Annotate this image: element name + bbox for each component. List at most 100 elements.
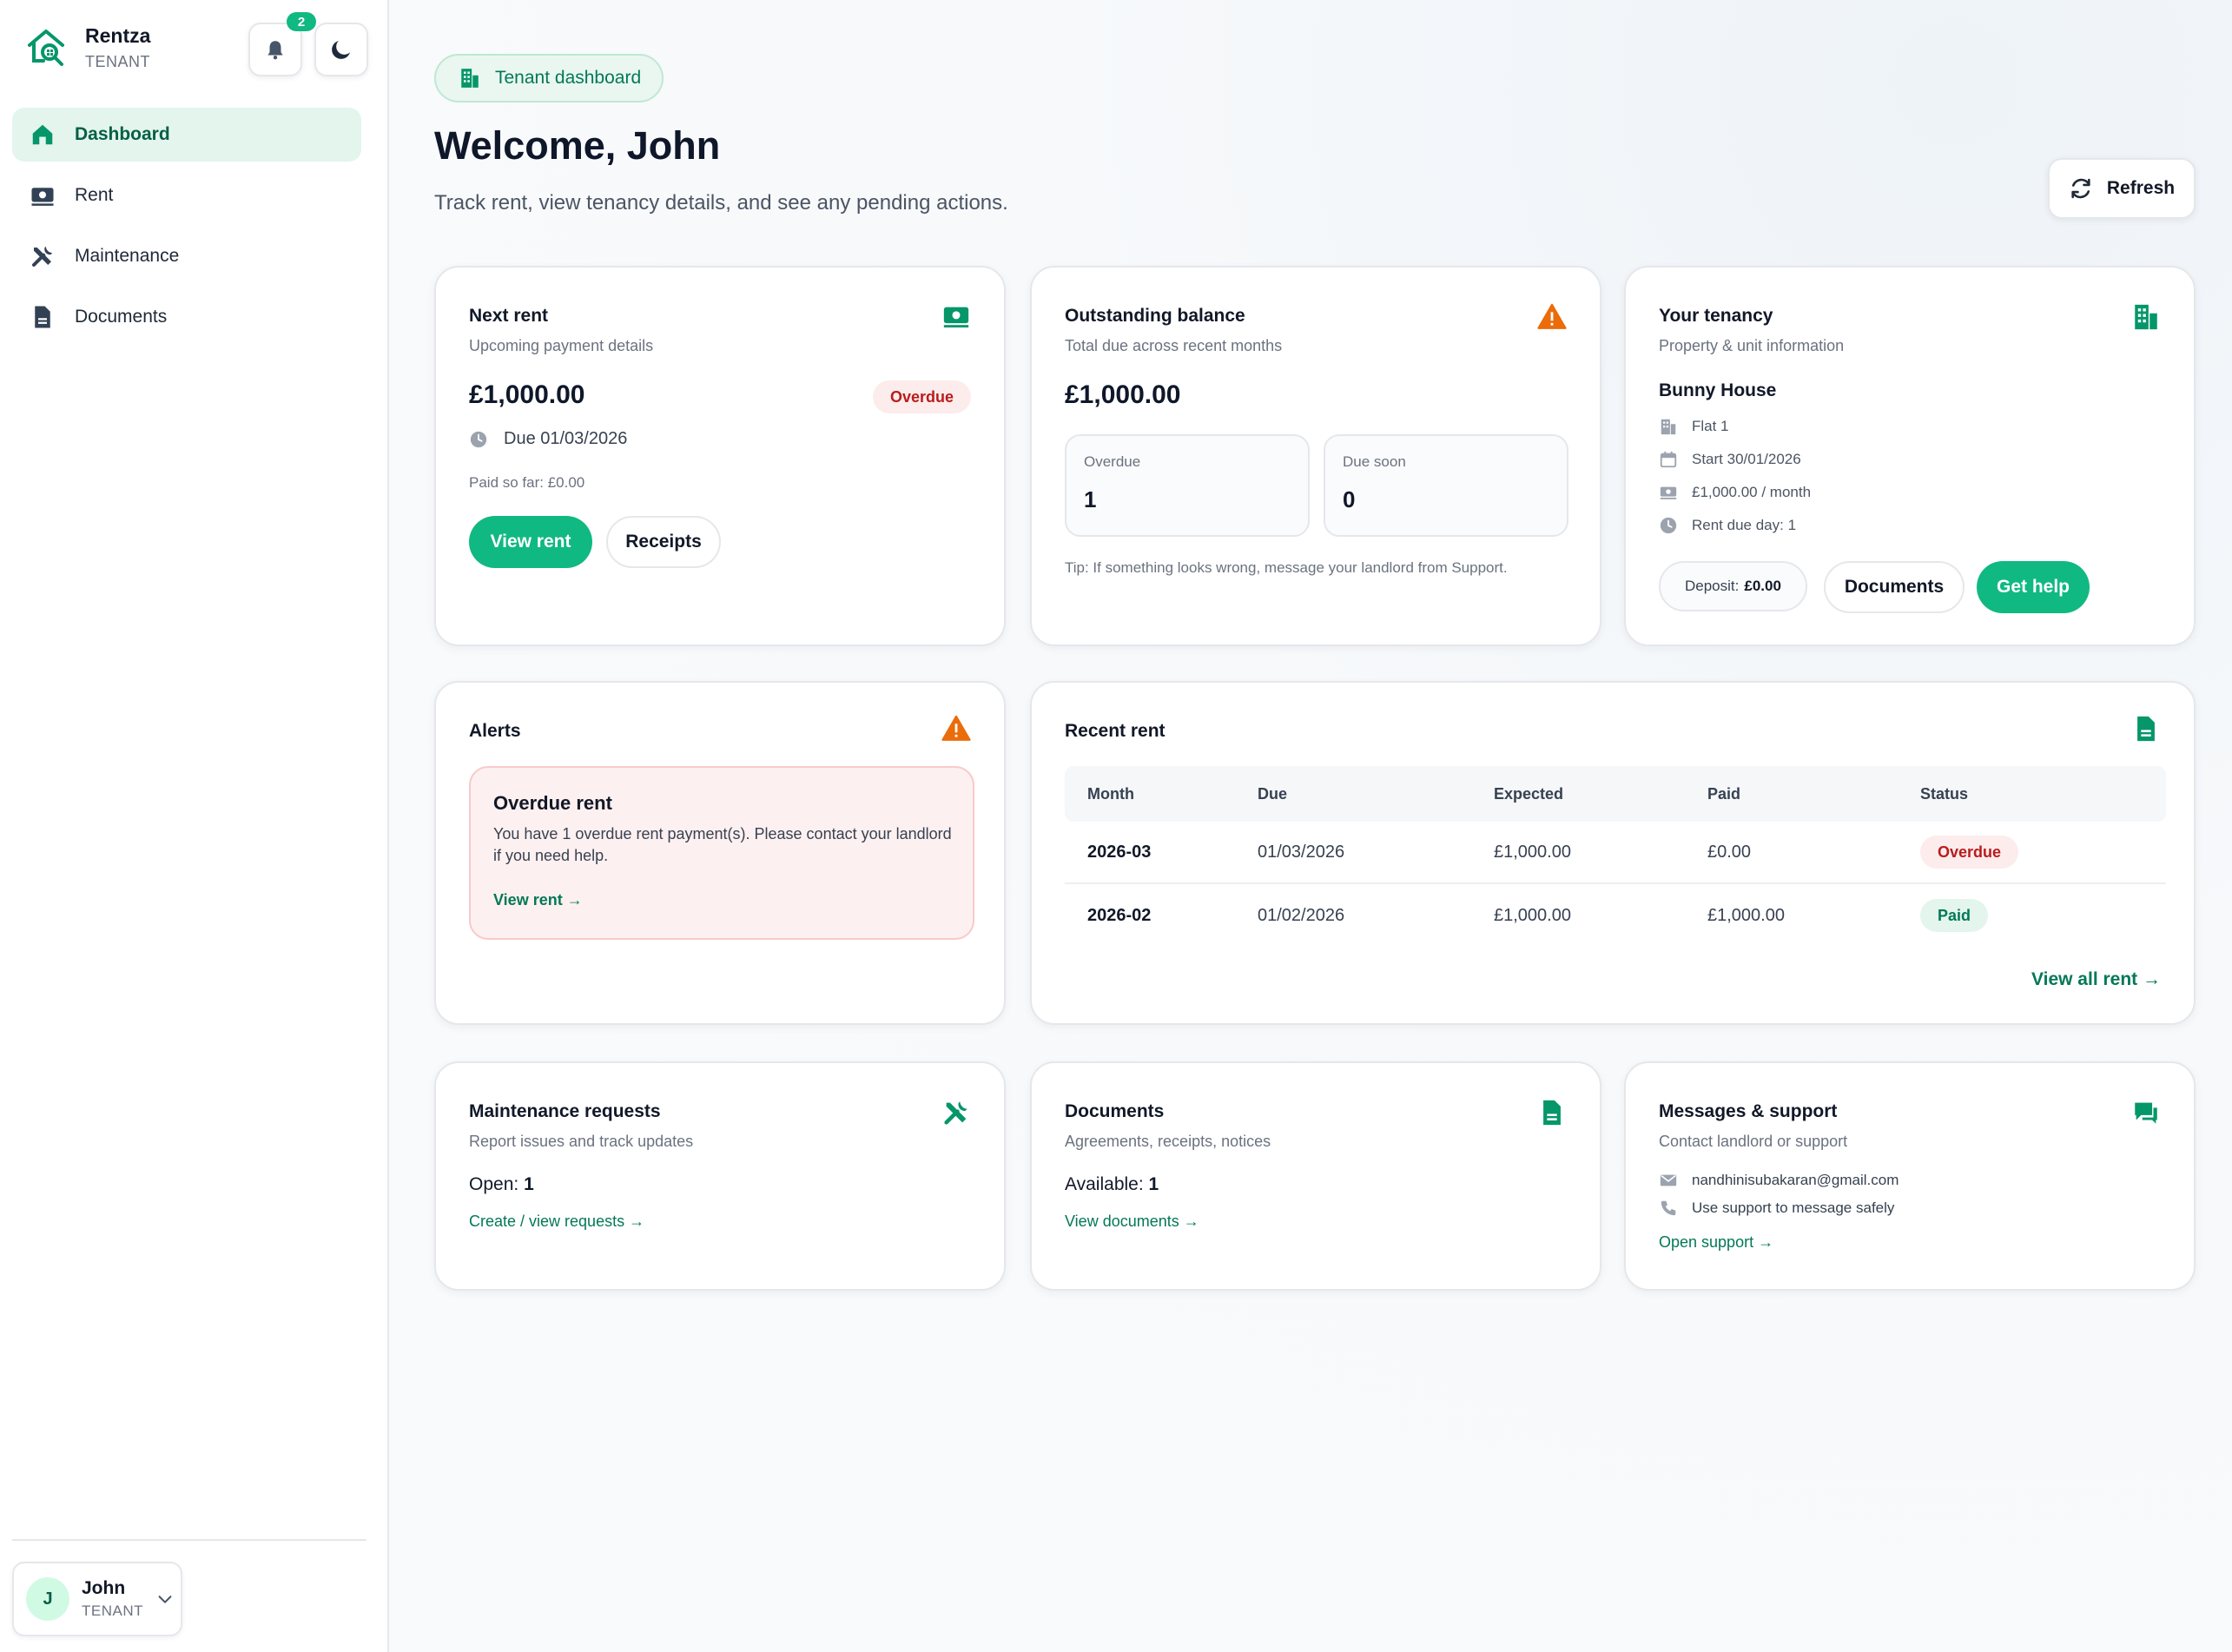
sidebar-item-documents[interactable]: Documents (12, 290, 361, 344)
card-subtitle: Upcoming payment details (469, 337, 654, 354)
money-icon (1660, 486, 1677, 499)
house-search-logo-icon (28, 30, 64, 66)
column-header: Paid (1707, 784, 1741, 803)
column-header: Expected (1494, 784, 1564, 803)
card-title: Outstanding balance (1065, 306, 1245, 326)
view-rent-button[interactable]: View rent (469, 516, 592, 568)
paid-cell: £0.00 (1707, 842, 1752, 862)
table-row[interactable]: 2026-03 01/03/2026 £1,000.00 £0.00 Overd… (1065, 822, 2166, 884)
alert-text: You have 1 overdue rent payment(s). Plea… (493, 825, 952, 864)
receipts-button[interactable]: Receipts (606, 516, 721, 568)
documents-button[interactable]: Documents (1824, 561, 1965, 613)
status-badge: Overdue (872, 380, 971, 413)
bell-icon (267, 41, 283, 60)
envelope-icon (1660, 1174, 1677, 1186)
notifications-button[interactable]: 2 (248, 12, 316, 76)
sidebar-item-label: Maintenance (75, 246, 180, 266)
stat-label: Due soon (1343, 453, 1406, 470)
notification-count-badge: 2 (287, 12, 316, 31)
tools-icon (32, 246, 53, 267)
money-icon (31, 188, 54, 206)
phone-icon (1661, 1200, 1676, 1216)
view-all-rent-link[interactable]: View all rent → (2031, 969, 2161, 990)
alert-view-rent-link[interactable]: View rent → (493, 891, 583, 909)
recent-rent-table: Month Due Expected Paid Status 2026-03 0… (1065, 766, 2166, 947)
table-row[interactable]: 2026-02 01/02/2026 £1,000.00 £1,000.00 P… (1065, 884, 2166, 947)
document-icon (1543, 1100, 1561, 1126)
chat-icon (2135, 1102, 2157, 1124)
building-icon (2135, 304, 2157, 330)
card-subtitle: Agreements, receipts, notices (1065, 1133, 1271, 1150)
card-subtitle: Property & unit information (1659, 337, 1845, 354)
tenancy-card: Your tenancy Property & unit information… (1624, 266, 2196, 646)
card-title: Messages & support (1659, 1101, 1838, 1121)
stat-label: Overdue (1084, 453, 1141, 470)
sidebar-item-label: Documents (75, 307, 168, 327)
month-cell: 2026-03 (1087, 842, 1152, 862)
refresh-label: Refresh (2106, 178, 2176, 198)
support-email[interactable]: nandhinisubakaran@gmail.com (1692, 1172, 1899, 1189)
open-support-link[interactable]: Open support → (1659, 1233, 1773, 1252)
due-soon-stat: Due soon 0 (1324, 434, 1568, 537)
phone-text: Use support to message safely (1692, 1199, 1895, 1216)
view-documents-link[interactable]: View documents → (1065, 1213, 1199, 1231)
user-role: TENANT (82, 1602, 143, 1619)
moon-icon (332, 41, 350, 59)
page-context-pill: Tenant dashboard (434, 54, 664, 102)
user-name: John (82, 1578, 126, 1598)
unit-line: Flat 1 (1659, 417, 1729, 436)
card-title: Alerts (469, 721, 521, 741)
rent-line: £1,000.00 / month (1659, 483, 1811, 502)
next-rent-due: Due 01/03/2026 (469, 429, 627, 449)
overdue-stat: Overdue 1 (1065, 434, 1310, 537)
brand[interactable]: Rentza TENANT (24, 24, 150, 71)
column-header: Due (1258, 784, 1288, 803)
brand-role: TENANT (85, 53, 150, 70)
email-line: nandhinisubakaran@gmail.com (1659, 1171, 1899, 1190)
outstanding-balance-card: Outstanding balance Total due across rec… (1030, 266, 1601, 646)
alerts-card: Alerts Overdue rent You have 1 overdue r… (434, 681, 1006, 1025)
create-view-requests-link[interactable]: Create / view requests → (469, 1213, 644, 1231)
building-icon (461, 69, 479, 88)
sidebar-item-label: Rent (75, 185, 114, 205)
card-subtitle: Report issues and track updates (469, 1133, 694, 1150)
available-value: 1 (1148, 1174, 1159, 1194)
paid-so-far: Paid so far: £0.00 (469, 474, 585, 491)
page-title: Welcome, John (434, 123, 721, 168)
sidebar-item-label: Dashboard (75, 124, 170, 144)
available-documents: Available: 1 (1065, 1174, 1159, 1195)
deposit-chip: Deposit: £0.00 (1659, 561, 1807, 611)
document-icon (2137, 716, 2155, 742)
calendar-icon (1660, 451, 1677, 468)
document-icon (35, 306, 50, 328)
expected-cell: £1,000.00 (1494, 842, 1571, 862)
status-cell: Overdue (1920, 836, 2166, 869)
maintenance-card: Maintenance requests Report issues and t… (434, 1061, 1006, 1291)
property-name: Bunny House (1659, 380, 1777, 400)
column-header: Status (1920, 784, 1969, 803)
card-title: Next rent (469, 306, 549, 326)
card-subtitle: Contact landlord or support (1659, 1133, 1848, 1150)
due-cell: 01/02/2026 (1258, 905, 1345, 925)
brand-name: Rentza (85, 24, 151, 47)
refresh-button[interactable]: Refresh (2048, 158, 2196, 219)
open-requests: Open: 1 (469, 1174, 534, 1195)
sidebar: Rentza TENANT 2 Dashboard Rent Maintenan… (0, 0, 389, 1652)
sidebar-item-maintenance[interactable]: Maintenance (12, 229, 361, 283)
theme-toggle-button[interactable] (314, 23, 368, 76)
open-label: Open: (469, 1174, 519, 1194)
table-header: Month Due Expected Paid Status (1065, 766, 2166, 822)
user-menu[interactable]: J John TENANT (12, 1562, 182, 1636)
status-badge: Paid (1920, 899, 1989, 932)
available-label: Available: (1065, 1174, 1144, 1194)
due-date-text: Due 01/03/2026 (504, 429, 628, 448)
sidebar-item-rent[interactable]: Rent (12, 169, 361, 222)
get-help-button[interactable]: Get help (1977, 561, 2090, 613)
paid-cell: £1,000.00 (1707, 905, 1785, 925)
sidebar-item-dashboard[interactable]: Dashboard (12, 108, 361, 162)
clock-icon (1660, 517, 1677, 534)
start-text: Start 30/01/2026 (1692, 451, 1801, 467)
phone-line: Use support to message safely (1659, 1199, 1894, 1218)
warning-icon (941, 715, 971, 741)
column-header: Month (1087, 784, 1134, 803)
